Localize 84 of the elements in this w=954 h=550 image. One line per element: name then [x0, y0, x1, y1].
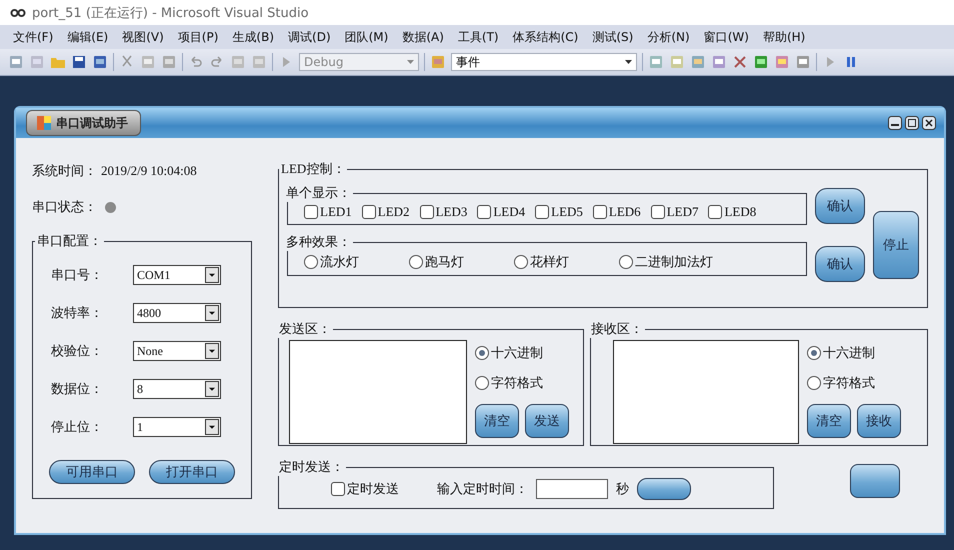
group-title: 定时发送： [278, 458, 345, 476]
field-label: 系统时间： [32, 162, 97, 180]
maximize-icon[interactable] [905, 116, 919, 130]
area-button[interactable]: 发送 [525, 404, 569, 438]
status-indicator [105, 202, 116, 212]
port-button[interactable]: 打开串口 [149, 460, 235, 484]
interval-field[interactable] [536, 479, 608, 499]
menu-item[interactable]: 编辑(E) [60, 28, 116, 46]
field-label: 停止位： [51, 418, 104, 436]
caret-icon [625, 60, 632, 64]
port-button[interactable]: 可用串口 [49, 460, 135, 484]
menu-item[interactable]: 窗口(W) [696, 28, 756, 46]
dropdown[interactable]: 8 [133, 379, 221, 399]
system-time: 2019/2/9 10:04:08 [101, 163, 197, 179]
confirm-button[interactable]: 确认 [815, 246, 865, 282]
group-title: 发送区： [278, 320, 332, 338]
area-button[interactable]: 清空 [475, 404, 519, 438]
text-area[interactable] [289, 340, 467, 444]
led-checkbox[interactable]: LED6 [592, 204, 641, 220]
radio-button[interactable]: 字符格式 [475, 374, 569, 392]
unit-label: 秒 [616, 480, 629, 498]
radio-button[interactable]: 跑马灯 [409, 253, 464, 271]
menu-item[interactable]: 生成(B) [225, 28, 282, 46]
group-title: 串口配置： [36, 232, 103, 250]
stop-button[interactable]: 停止 [873, 211, 919, 279]
timer-button[interactable] [637, 478, 691, 500]
menu-item[interactable]: 团队(M) [338, 28, 396, 46]
area-button[interactable]: 接收 [857, 404, 901, 438]
dropdown[interactable]: COM1 [133, 265, 221, 285]
led-checkbox[interactable]: LED8 [708, 204, 756, 220]
group-title: 多种效果： [285, 233, 352, 251]
app-icon [37, 116, 51, 130]
caret-icon [205, 343, 219, 359]
radio-button[interactable]: 花样灯 [514, 253, 569, 271]
dropdown[interactable]: 4800 [133, 303, 221, 323]
text-area[interactable] [613, 340, 799, 444]
led-checkbox[interactable]: LED1 [304, 204, 352, 220]
group-title: LED控制： [280, 160, 346, 178]
radio-button[interactable]: 流水灯 [304, 253, 359, 271]
group-title: 接收区： [590, 320, 644, 338]
close-icon[interactable] [922, 116, 936, 130]
menu-item[interactable]: 视图(V) [115, 28, 171, 46]
menu-item[interactable]: 调试(D) [281, 28, 338, 46]
action-button[interactable] [850, 464, 900, 498]
led-checkbox[interactable]: LED3 [420, 204, 468, 220]
radio-button[interactable]: 十六进制 [475, 344, 569, 362]
led-checkbox[interactable]: LED4 [477, 204, 526, 220]
minimize-icon[interactable] [888, 116, 902, 130]
confirm-button[interactable]: 确认 [815, 188, 865, 224]
menu-item[interactable]: 帮助(H) [756, 28, 812, 46]
radio-button[interactable]: 二进制加法灯 [619, 253, 713, 271]
menu-item[interactable]: 数据(A) [395, 28, 451, 46]
save-icon[interactable] [71, 54, 87, 70]
caret-icon [205, 305, 219, 321]
field-label: 校验位： [51, 342, 104, 360]
led-checkbox[interactable]: LED7 [650, 204, 698, 220]
event-dropdown[interactable]: 事件 [451, 53, 637, 71]
caret-icon [205, 381, 219, 397]
caret-icon [407, 60, 414, 64]
field-label: 串口号： [51, 266, 104, 284]
field-label: 数据位： [51, 380, 104, 398]
field-label: 输入定时时间： [437, 480, 528, 498]
radio-button[interactable]: 十六进制 [807, 344, 901, 362]
dropdown[interactable]: None [133, 341, 221, 361]
area-button[interactable]: 清空 [807, 404, 851, 438]
menu-item[interactable]: 文件(F) [6, 28, 60, 46]
menu-item[interactable]: 项目(P) [170, 28, 226, 46]
window-title: port_51 (正在运行) - Microsoft Visual Studio [32, 4, 309, 22]
group-title: 单个显示： [285, 184, 352, 202]
led-checkbox[interactable]: LED2 [362, 204, 410, 220]
dropdown[interactable]: 1 [133, 417, 221, 437]
infinity-icon [10, 8, 26, 18]
field-label: 串口状态： [32, 198, 97, 216]
caret-icon [205, 419, 219, 435]
led-checkbox[interactable]: LED5 [535, 204, 583, 220]
field-label: 波特率： [51, 304, 104, 322]
timer-checkbox[interactable]: 定时发送 [331, 480, 399, 498]
form-title: 串口调试助手 [56, 114, 128, 132]
radio-button[interactable]: 字符格式 [807, 374, 901, 392]
menu-item[interactable]: 分析(N) [640, 28, 697, 46]
menu-item[interactable]: 测试(S) [585, 28, 640, 46]
menu-item[interactable]: 工具(T) [450, 28, 506, 46]
caret-icon [205, 267, 219, 283]
menu-item[interactable]: 体系结构(C) [506, 28, 586, 46]
